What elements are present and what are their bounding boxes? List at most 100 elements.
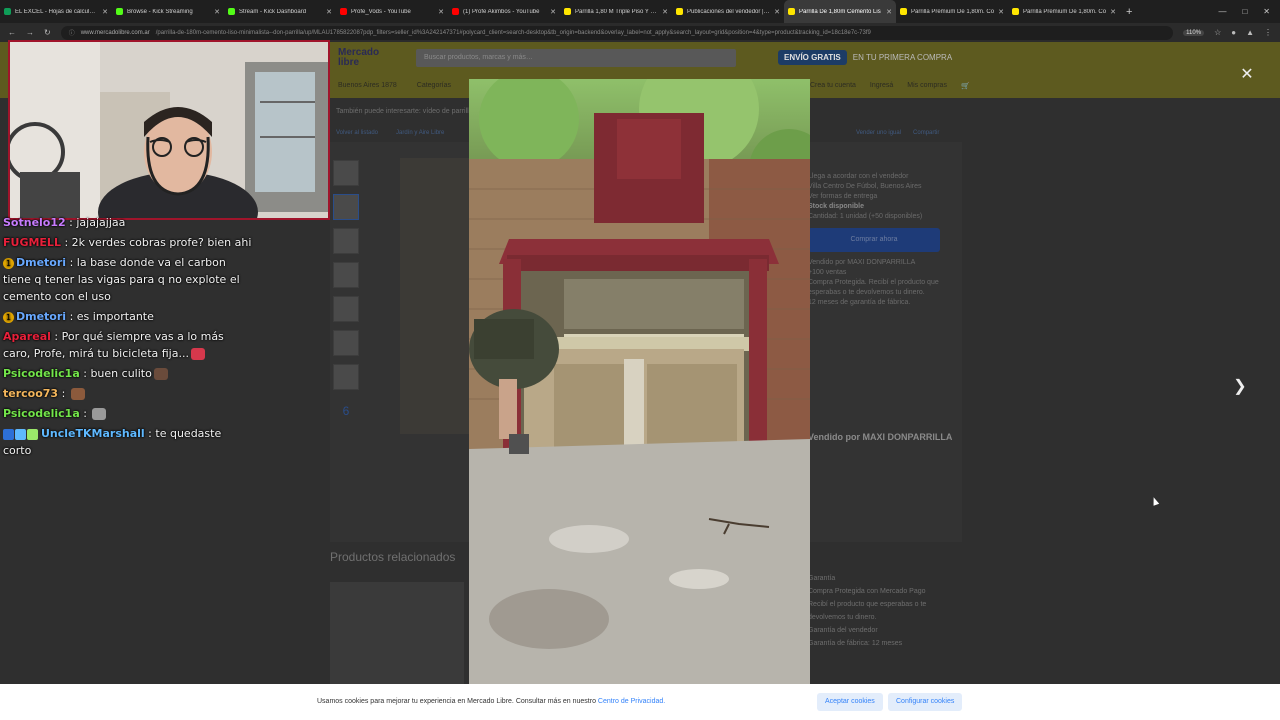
ml-nav-create-account[interactable]: Crea tu cuenta	[810, 82, 856, 90]
tab-close-icon[interactable]: ✕	[102, 8, 108, 16]
ml-nav-purchases[interactable]: Mis compras	[907, 82, 947, 90]
maximize-icon[interactable]: □	[1242, 7, 1247, 16]
webcam-image	[10, 42, 328, 218]
promo-text: EN TU PRIMERA COMPRA	[852, 53, 953, 62]
back-icon[interactable]: ←	[8, 28, 16, 37]
chat-username[interactable]: Sotnelo12	[3, 216, 66, 229]
browser-tab[interactable]: EL EXCEL - Hojas de cálculo de ✕	[0, 0, 112, 23]
shipping-options-link[interactable]: Ver formas de entrega	[808, 192, 958, 202]
thumbnail[interactable]	[333, 330, 359, 356]
next-arrow-icon[interactable]: ❯	[1230, 376, 1250, 398]
browser-tab[interactable]: (1) Profe Akimbos - YouTube ✕	[448, 0, 560, 23]
new-tab-icon[interactable]: +	[1120, 6, 1138, 18]
stream-chat: Sotnelo12 : jajajajjaa FUGMELL : 2k verde…	[3, 214, 253, 462]
tab-label: (1) Profe Akimbos - YouTube	[463, 8, 540, 15]
thumbnail[interactable]	[333, 228, 359, 254]
browser-tab[interactable]: Parrilla 1,80 M Triple Piso Y Pue ✕	[560, 0, 672, 23]
chat-username[interactable]: Apareal	[3, 330, 51, 343]
main-product-photo[interactable]	[400, 158, 470, 434]
ml-promo[interactable]: ENVÍO GRATIS EN TU PRIMERA COMPRA	[778, 50, 952, 65]
ml-search-input[interactable]: Buscar productos, marcas y más…	[416, 49, 736, 67]
ml-categories[interactable]: Categorías	[417, 82, 451, 89]
chat-message: Psicodelic1a : buen culito	[3, 365, 253, 382]
breadcrumb-category[interactable]: Jardín y Aire Libre	[396, 130, 444, 136]
chat-username[interactable]: Dmetori	[16, 310, 66, 323]
chat-message: tercoo73 :	[3, 385, 253, 402]
profile-icon[interactable]: ●	[1231, 28, 1236, 37]
browser-tab[interactable]: Stream - Kick Dashboard ✕	[224, 0, 336, 23]
also-interested[interactable]: También puede interesarte: vídeo de parr…	[336, 108, 473, 115]
sell-same-link[interactable]: Vender uno igual	[856, 130, 901, 136]
chat-username[interactable]: Psicodelic1a	[3, 407, 80, 420]
reload-icon[interactable]: ↻	[44, 28, 51, 37]
chat-separator: :	[66, 256, 77, 269]
tab-close-icon[interactable]: ✕	[214, 8, 220, 16]
browser-tab[interactable]: Publicaciones del vendedor | M ✕	[672, 0, 784, 23]
warranty-factory: Garantía de fábrica: 12 meses	[808, 640, 903, 647]
minimize-icon[interactable]: —	[1218, 7, 1226, 16]
browser-tab[interactable]: Parrilla Premium De 1,80m. Co ✕	[1008, 0, 1120, 23]
thumbnail-more-count[interactable]: 6	[333, 398, 359, 424]
share-link[interactable]: Compartir	[913, 130, 939, 136]
tab-close-icon[interactable]: ✕	[438, 8, 444, 16]
thumbnail[interactable]	[333, 296, 359, 322]
browser-tab[interactable]: Profe_Vods - YouTube ✕	[336, 0, 448, 23]
tab-close-icon[interactable]: ✕	[326, 8, 332, 16]
extensions-icon[interactable]: ▲	[1246, 28, 1254, 37]
chat-username[interactable]: FUGMELL	[3, 236, 61, 249]
tab-label: Parrilla Premium De 1,80m. Co	[1023, 8, 1107, 15]
ml-logo-line2: libre	[338, 57, 360, 68]
url-path: /parrilla-de-180m-cemento-liso-minimalis…	[155, 29, 871, 36]
chat-separator: :	[50, 330, 62, 343]
privacy-center-link[interactable]: Centro de Privacidad.	[598, 698, 665, 705]
tab-close-icon[interactable]: ✕	[1110, 8, 1116, 16]
tab-label: Browse - Kick Streaming	[127, 8, 193, 15]
browser-tab-bar: EL EXCEL - Hojas de cálculo de ✕ Browse - …	[0, 0, 1280, 23]
close-icon[interactable]: ✕	[1238, 66, 1256, 84]
quantity-selector[interactable]: Cantidad: 1 unidad (+50 disponibles)	[808, 212, 958, 222]
chat-username[interactable]: Dmetori	[16, 256, 66, 269]
chat-username[interactable]: Psicodelic1a	[3, 367, 80, 380]
site-info-icon[interactable]: ⓘ	[69, 28, 75, 37]
buy-now-button[interactable]: Comprar ahora	[808, 228, 940, 252]
ml-nav-login[interactable]: Ingresá	[870, 82, 893, 90]
thumbnail[interactable]	[333, 160, 359, 186]
product-video[interactable]	[469, 79, 810, 684]
ml-logo[interactable]: Mercado libre	[338, 48, 379, 68]
bookmark-star-icon[interactable]: ☆	[1214, 28, 1221, 37]
tab-close-icon[interactable]: ✕	[662, 8, 668, 16]
browser-tab[interactable]: Parrilla Premium De 1,80m. Co ✕	[896, 0, 1008, 23]
menu-icon[interactable]: ⋮	[1264, 28, 1272, 37]
browser-tab[interactable]: Parrilla De 1,80m Cemento Lis ✕	[784, 0, 896, 23]
tab-close-icon[interactable]: ✕	[998, 8, 1004, 16]
seller-title: Vendido por MAXI DONPARRILLA	[808, 432, 953, 442]
badge-icon	[3, 428, 14, 440]
tab-label: Parrilla De 1,80m Cemento Lis	[799, 8, 881, 15]
browser-tab[interactable]: Browse - Kick Streaming ✕	[112, 0, 224, 23]
chat-message: Apareal : Por qué siempre vas a lo más c…	[3, 328, 253, 362]
gift-badge-icon: 1	[3, 311, 14, 323]
chat-username[interactable]: UncleTKMarshall	[41, 427, 145, 440]
zoom-level[interactable]: 110%	[1183, 29, 1205, 36]
configure-cookies-button[interactable]: Configurar cookies	[888, 693, 963, 711]
tab-favicon-icon	[452, 8, 459, 15]
cart-icon[interactable]: 🛒	[961, 82, 970, 90]
tab-label: Profe_Vods - YouTube	[351, 8, 411, 15]
tab-close-icon[interactable]: ✕	[886, 8, 892, 16]
thumbnail[interactable]	[333, 194, 359, 220]
thumbnail[interactable]	[333, 364, 359, 390]
breadcrumb-back[interactable]: Volver al listado	[336, 130, 378, 136]
chat-username[interactable]: tercoo73	[3, 387, 58, 400]
window-close-icon[interactable]: ✕	[1263, 7, 1270, 16]
tab-close-icon[interactable]: ✕	[774, 8, 780, 16]
accept-cookies-button[interactable]: Aceptar cookies	[817, 693, 883, 711]
thumbnail[interactable]	[333, 262, 359, 288]
sold-by-line[interactable]: Vendido por MAXI DONPARRILLA	[808, 258, 958, 268]
related-products-title: Productos relacionados	[330, 550, 456, 564]
forward-icon[interactable]: →	[26, 28, 34, 37]
emote-icon	[92, 408, 107, 420]
url-field[interactable]: ⓘ www.mercadolibre.com.ar/parrilla-de-18…	[60, 25, 1174, 40]
tab-close-icon[interactable]: ✕	[550, 8, 556, 16]
ml-location[interactable]: Buenos Aires 1878	[338, 82, 397, 89]
tab-favicon-icon	[788, 8, 795, 15]
